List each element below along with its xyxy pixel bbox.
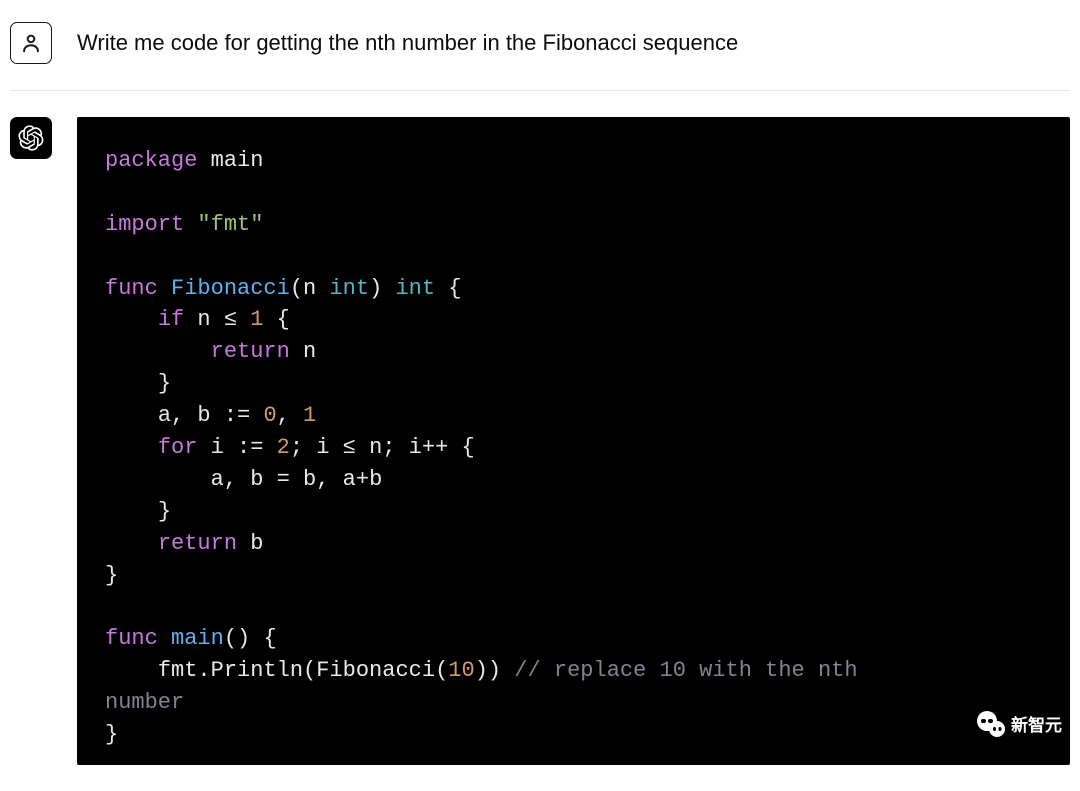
code-token: := bbox=[224, 403, 250, 428]
code-token: fmt bbox=[158, 658, 198, 683]
code-token: return bbox=[211, 339, 290, 364]
code-token: a bbox=[343, 467, 356, 492]
code-token: main bbox=[171, 626, 224, 651]
code-token: n bbox=[303, 276, 316, 301]
code-token: i bbox=[409, 435, 422, 460]
code-token: "fmt" bbox=[197, 212, 263, 237]
code-token: ≤ bbox=[224, 307, 237, 332]
code-token: number bbox=[105, 690, 184, 715]
code-token: return bbox=[158, 531, 237, 556]
code-token: n bbox=[197, 307, 210, 332]
code-token: 1 bbox=[303, 403, 316, 428]
code-token: func bbox=[105, 626, 158, 651]
code-token: // replace 10 with the nth bbox=[514, 658, 857, 683]
code-token: int bbox=[329, 276, 369, 301]
user-avatar bbox=[10, 22, 52, 64]
code-token: Fibonacci bbox=[316, 658, 435, 683]
code-token: ≤ bbox=[343, 435, 356, 460]
code-token: i bbox=[211, 435, 224, 460]
code-token: n bbox=[303, 339, 316, 364]
code-token: b bbox=[369, 467, 382, 492]
code-token: n bbox=[369, 435, 382, 460]
code-token: b bbox=[250, 467, 263, 492]
code-token: ++ bbox=[422, 435, 448, 460]
code-token: Println bbox=[211, 658, 303, 683]
user-prompt-text: Write me code for getting the nth number… bbox=[77, 22, 738, 58]
code-token: main bbox=[211, 148, 264, 173]
wechat-icon bbox=[977, 709, 1005, 737]
code-token: for bbox=[158, 435, 198, 460]
code-token: b bbox=[197, 403, 210, 428]
code-token: 2 bbox=[277, 435, 290, 460]
code-token: := bbox=[237, 435, 263, 460]
code-token: b bbox=[303, 467, 316, 492]
code-token: import bbox=[105, 212, 184, 237]
code-token: a bbox=[211, 467, 224, 492]
user-icon bbox=[20, 32, 42, 54]
user-message-row: Write me code for getting the nth number… bbox=[10, 10, 1070, 90]
openai-icon bbox=[18, 125, 44, 151]
code-token: 10 bbox=[448, 658, 474, 683]
code-token: a bbox=[158, 403, 171, 428]
code-token: package bbox=[105, 148, 197, 173]
assistant-message-row: package main import "fmt" func Fibonacci… bbox=[10, 91, 1070, 791]
assistant-avatar bbox=[10, 117, 52, 159]
code-block[interactable]: package main import "fmt" func Fibonacci… bbox=[77, 117, 1070, 765]
code-token: i bbox=[316, 435, 329, 460]
code-token: 0 bbox=[263, 403, 276, 428]
code-token: func bbox=[105, 276, 158, 301]
code-token: int bbox=[395, 276, 435, 301]
code-token: if bbox=[158, 307, 184, 332]
watermark-text: 新智元 bbox=[1011, 711, 1062, 736]
watermark: 新智元 bbox=[977, 709, 1062, 737]
code-token: b bbox=[250, 531, 263, 556]
code-token: Fibonacci bbox=[171, 276, 290, 301]
code-token: 1 bbox=[250, 307, 263, 332]
